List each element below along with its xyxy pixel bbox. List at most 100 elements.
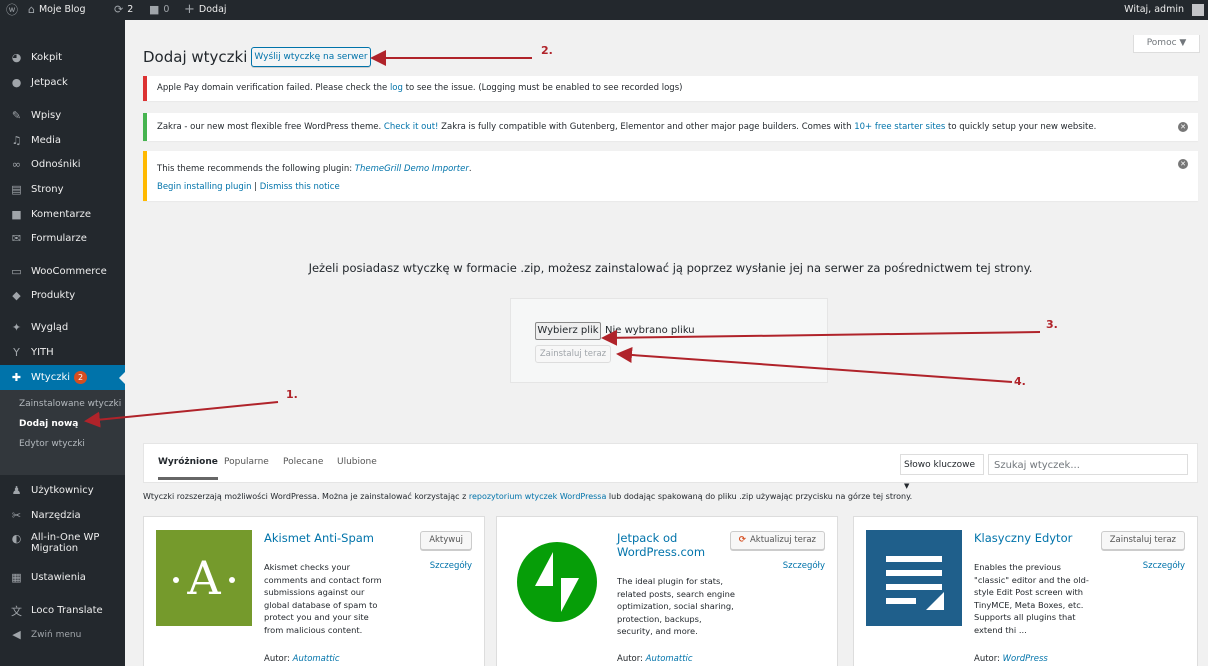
details-link[interactable]: Szczegóły [430,561,472,571]
author-link[interactable]: Automattic [646,654,693,664]
settings-icon: ▦ [11,571,22,584]
sidebar-item-label: Produkty [31,290,76,301]
sidebar-item-4[interactable]: ∞ Odnośniki [0,152,125,177]
sidebar-item-16[interactable]: ▦ Ustawienia [0,565,125,590]
sidebar-item-2[interactable]: ✎ Wpisy [0,103,125,128]
zakra-notice: Zakra - our new most flexible free WordP… [143,113,1198,141]
sidebar-item-13[interactable]: ♟ Użytkownicy [0,478,125,503]
yith-icon: Y [13,346,20,359]
updates-icon: ⟳ [114,3,124,16]
sidebar-item-label: WooCommerce [31,266,107,277]
sidebar-item-0[interactable]: ◕ Kokpit [0,45,125,70]
search-input[interactable]: Szukaj wtyczek... [988,454,1188,475]
dismiss-icon[interactable]: ✕ [1178,122,1188,132]
help-tab[interactable]: Pomoc ▼ [1133,35,1200,53]
comment-icon: ■ [11,208,22,221]
activate-button[interactable]: Aktywuj [420,531,472,550]
repository-link[interactable]: repozytorium wtyczek WordPressa [469,492,607,501]
sidebar-item-label: Wpisy [31,110,62,121]
theme-recommend-notice: This theme recommends the following plug… [143,151,1198,201]
plugin-description: Enables the previous "classic" editor and… [974,562,1089,635]
search-type-select[interactable]: Słowo kluczowe ▼ [900,454,984,490]
sidebar-item-6[interactable]: ■ Komentarze [0,202,125,227]
jetpack-icon: ● [11,76,22,89]
page-icon: ▤ [11,183,22,196]
submenu-installed-plugins[interactable]: Zainstalowane wtyczki [19,399,121,409]
media-icon: ♫ [11,134,22,147]
wordpress-logo-icon[interactable]: ⓦ [6,0,18,20]
sidebar-item-14[interactable]: ✂ Narzędzia [0,503,125,528]
tab-featured[interactable]: Wyróżnione [158,457,218,480]
plugin-description: The ideal plugin for stats, related posts… [617,576,735,637]
sidebar-item-8[interactable]: ▭ WooCommerce [0,259,125,284]
plugin-card-akismet: A Akismet Anti-Spam Aktywuj Szczegóły Ak… [143,516,485,666]
begin-install-link[interactable]: Begin installing plugin [157,182,251,192]
updates-link[interactable]: ⟳ 2 [114,0,133,20]
sidebar-item-10[interactable]: ✦ Wygląd [0,315,125,340]
plus-icon: + [184,2,195,17]
dashboard-icon: ◕ [11,51,22,64]
sidebar-item-18[interactable]: ◀ Zwiń menu [0,622,125,647]
plugin-card-jetpack: Jetpack od WordPress.com ⟳ Aktualizuj tera… [496,516,838,666]
jetpack-logo-icon [509,530,605,626]
collapse-icon: ◀ [12,628,21,641]
appearance-icon: ✦ [11,321,22,334]
sidebar-item-label: Loco Translate [31,605,103,616]
log-link[interactable]: log [390,83,403,93]
choose-file-button[interactable]: Wybierz plik [535,322,601,340]
tab-favorites[interactable]: Ulubione [337,457,377,467]
applepay-error-notice: Apple Pay domain verification failed. Pl… [143,76,1198,101]
install-now-button[interactable]: Zainstaluj teraz [535,345,611,363]
tab-recommended[interactable]: Polecane [283,457,323,467]
update-now-button[interactable]: ⟳ Aktualizuj teraz [729,531,825,550]
sidebar-item-7[interactable]: ✉ Formularze [0,226,125,251]
sidebar-item-label: Odnośniki [31,159,81,170]
sidebar-item-5[interactable]: ▤ Strony [0,177,125,202]
starter-sites-link[interactable]: 10+ free starter sites [854,122,945,132]
avatar [1192,4,1204,16]
upload-plugin-button[interactable]: Wyślij wtyczkę na serwer [251,47,371,67]
dismiss-notice-link[interactable]: Dismiss this notice [260,182,340,192]
sidebar-item-label: Komentarze [31,209,91,220]
dismiss-icon[interactable]: ✕ [1178,159,1188,169]
links-icon: ∞ [11,158,22,171]
author-link[interactable]: Automattic [293,654,340,664]
tab-popular[interactable]: Popularne [224,457,269,467]
plugin-author: Autor: Automattic [617,654,693,664]
plugin-author: Autor: WordPress [974,654,1048,664]
plugin-card-classic-editor: Klasyczny Edytor Zainstaluj teraz Szczeg… [853,516,1198,666]
sidebar-item-label: Wygląd [31,322,69,333]
no-file-label: Nie wybrano pliku [605,325,695,336]
details-link[interactable]: Szczegóły [783,561,825,571]
sidebar-item-9[interactable]: ◆ Produkty [0,283,125,308]
account-menu[interactable]: Witaj, admin [1124,0,1204,20]
submenu-add-new[interactable]: Dodaj nową [19,419,78,429]
sidebar-item-15[interactable]: ◐ All-in-One WP Migration [0,529,125,565]
plugin-author: Autor: Automattic [264,654,340,664]
page-title: Dodaj wtyczki [143,48,248,66]
plugin-filter-bar: Wyróżnione Popularne Polecane Ulubione S… [143,443,1198,490]
themegrill-link[interactable]: ThemeGrill Demo Importer [355,164,469,174]
sidebar-item-label: Media [31,135,62,146]
sidebar-item-12[interactable]: ✚ Wtyczki 2 [0,365,125,390]
details-link[interactable]: Szczegóły [1143,561,1185,571]
sidebar-item-label: Ustawienia [31,572,86,583]
sidebar-item-1[interactable]: ● Jetpack [0,70,125,95]
submenu-plugin-editor[interactable]: Edytor wtyczki [19,439,85,449]
install-now-card-button[interactable]: Zainstaluj teraz [1100,531,1185,550]
plugin-name-link[interactable]: Akismet Anti-Spam [264,531,424,545]
author-link[interactable]: WordPress [1003,654,1048,664]
check-it-out-link[interactable]: Check it out! [384,122,439,132]
migration-icon: ◐ [11,532,22,545]
site-name-link[interactable]: ⌂ Moje Blog [28,0,86,20]
sidebar-item-label: YITH [31,347,54,358]
upload-instructions: Jeżeli posiadasz wtyczkę w formacie .zip… [308,261,1033,275]
comments-link[interactable]: ■ 0 [149,0,169,20]
new-content-link[interactable]: + Dodaj [184,0,227,20]
sidebar-item-3[interactable]: ♫ Media [0,128,125,153]
sidebar-item-11[interactable]: Y YITH [0,340,125,365]
plugins-submenu: Zainstalowane wtyczki Dodaj nową Edytor … [0,390,125,475]
sidebar-item-17[interactable]: 文 Loco Translate [0,598,125,623]
sidebar-item-label: Strony [31,184,64,195]
admin-sidebar: Zainstalowane wtyczki Dodaj nową Edytor … [0,20,125,666]
